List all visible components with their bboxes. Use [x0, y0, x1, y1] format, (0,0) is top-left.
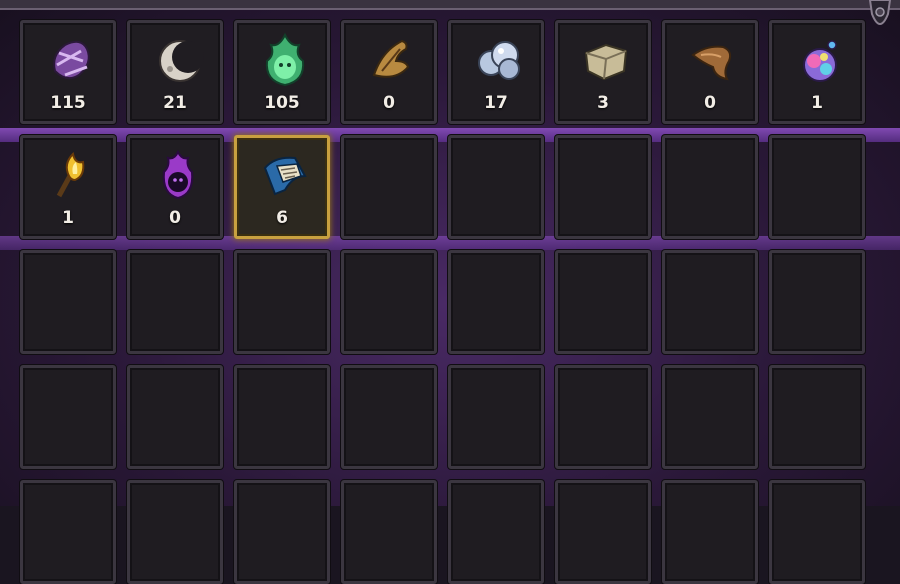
inventory-slot[interactable]: 115	[20, 20, 116, 124]
inventory-slot-empty[interactable]	[448, 135, 544, 239]
inventory-slot-empty[interactable]	[769, 365, 865, 469]
inventory-slot-empty[interactable]	[769, 250, 865, 354]
inventory-slot[interactable]: 105	[234, 20, 330, 124]
bronze-horn-icon	[691, 45, 732, 81]
inventory-slot-empty[interactable]	[341, 480, 437, 584]
inventory-slot[interactable]: 0	[662, 20, 758, 124]
inventory-slot[interactable]: 0	[341, 20, 437, 124]
item-count: 6	[276, 208, 288, 228]
inventory-slot-empty[interactable]	[555, 250, 651, 354]
inventory-slot-empty[interactable]	[234, 365, 330, 469]
item-count: 1	[811, 93, 823, 113]
inventory-slot-empty[interactable]	[448, 250, 544, 354]
corner-ornament-icon	[868, 0, 892, 25]
inventory-slot[interactable]: 1	[769, 20, 865, 124]
rainbow-bubble-orb-icon	[803, 40, 837, 82]
inventory-slot-empty[interactable]	[20, 365, 116, 469]
inventory-slot-empty[interactable]	[20, 250, 116, 354]
inventory-slot-empty[interactable]	[234, 480, 330, 584]
item-count: 0	[169, 208, 181, 228]
item-count: 105	[264, 93, 300, 113]
purple-spiral-shard-icon	[53, 40, 90, 80]
inventory-slot[interactable]: 21	[127, 20, 223, 124]
inventory-slot-empty[interactable]	[341, 250, 437, 354]
inventory-slot-empty[interactable]	[662, 365, 758, 469]
inventory-grid: 115 21 105 0 17 3 0 1 1 0 6	[20, 20, 865, 584]
pale-moon-crescent-icon	[159, 40, 204, 82]
inventory-slot-empty[interactable]	[20, 480, 116, 584]
panel-top-rim	[0, 0, 900, 10]
inventory-slot-empty[interactable]	[662, 135, 758, 239]
inventory-slot[interactable]: 17	[448, 20, 544, 124]
inventory-slot[interactable]: 0	[127, 135, 223, 239]
inventory-slot[interactable]: 3	[555, 20, 651, 124]
tan-stone-block-icon	[584, 43, 628, 81]
inventory-slot-selected[interactable]: 6	[234, 135, 330, 239]
inventory-slot-empty[interactable]	[234, 250, 330, 354]
inventory-slot-empty[interactable]	[341, 365, 437, 469]
gold-brown-feather-icon	[372, 39, 410, 78]
inventory-slot-empty[interactable]	[662, 480, 758, 584]
inventory-slot-empty[interactable]	[769, 135, 865, 239]
dark-purple-flame-orb-icon	[162, 149, 194, 200]
item-count: 3	[597, 93, 609, 113]
item-count: 21	[163, 93, 187, 113]
inventory-slot-empty[interactable]	[448, 480, 544, 584]
inventory-slot-empty[interactable]	[555, 365, 651, 469]
inventory-slot-empty[interactable]	[341, 135, 437, 239]
inventory-slot-empty[interactable]	[555, 480, 651, 584]
item-count: 17	[484, 93, 508, 113]
inventory-slot-empty[interactable]	[662, 250, 758, 354]
inventory-slot-empty[interactable]	[127, 250, 223, 354]
green-glowing-essence-icon	[265, 32, 305, 87]
item-count: 115	[50, 93, 86, 113]
inventory-slot-empty[interactable]	[555, 135, 651, 239]
silver-cloud-ore-icon	[478, 41, 520, 80]
blue-scroll-icon	[263, 156, 307, 196]
inventory-slot[interactable]: 1	[20, 135, 116, 239]
inventory-slot-empty[interactable]	[127, 365, 223, 469]
item-count: 0	[704, 93, 716, 113]
inventory-slot-empty[interactable]	[127, 480, 223, 584]
item-count: 0	[383, 93, 395, 113]
inventory-slot-empty[interactable]	[448, 365, 544, 469]
inventory-slot-empty[interactable]	[769, 480, 865, 584]
golden-torch-flame-icon	[56, 151, 85, 198]
item-count: 1	[62, 208, 74, 228]
